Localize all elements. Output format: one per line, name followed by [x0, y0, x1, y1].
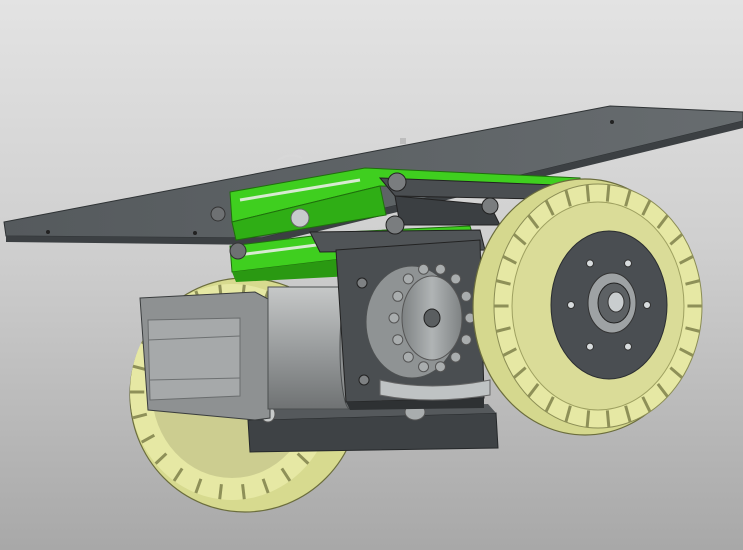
hub-bolt [586, 259, 594, 268]
sprocket-tooth [434, 263, 446, 275]
tread-groove [585, 184, 591, 202]
sprocket-tooth [460, 290, 472, 302]
sprocket-tooth [402, 351, 414, 363]
sprocket-tooth [418, 263, 430, 275]
hub-bolt [624, 259, 632, 268]
tread-groove [241, 484, 246, 500]
sprocket-tooth [450, 273, 462, 285]
hub-bolt [624, 342, 632, 351]
tread-groove [218, 484, 223, 500]
hub-bolt [567, 301, 575, 309]
cad-viewport[interactable] [0, 0, 743, 550]
sprocket-tooth [434, 361, 446, 373]
front-wheel [472, 178, 703, 436]
tread-groove [605, 410, 611, 428]
hub-bolt [643, 301, 651, 309]
sprocket-tooth [392, 334, 404, 346]
sprocket-tooth [418, 361, 430, 373]
tread-groove [585, 410, 591, 428]
sprocket-tooth [460, 334, 472, 346]
hub-bolt [586, 342, 594, 351]
sprocket-tooth [450, 351, 462, 363]
sprocket-tooth [388, 312, 400, 324]
tread-groove [605, 184, 611, 202]
lower-bracket [247, 403, 499, 453]
drive-module-model [3, 105, 743, 513]
sprocket-tooth [402, 273, 414, 285]
sprocket-tooth [392, 290, 404, 302]
motor [139, 286, 361, 421]
